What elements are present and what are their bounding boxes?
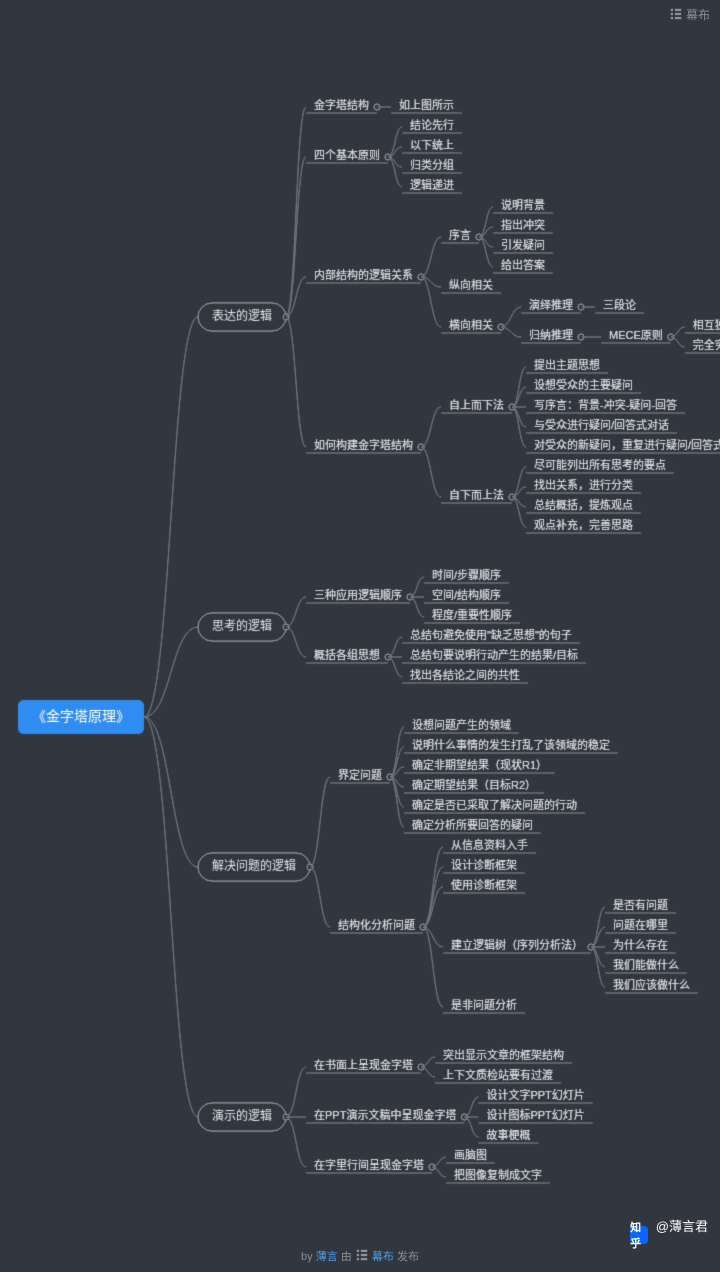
brand-text: 幕布 xyxy=(686,8,710,22)
mindmap-canvas xyxy=(0,0,720,1272)
zhihu-watermark: 知乎 @薄言君 xyxy=(630,1216,708,1244)
mubu-icon-small xyxy=(355,1248,369,1262)
watermark-user: @薄言君 xyxy=(656,1219,708,1234)
service-link[interactable]: 幕布 xyxy=(372,1251,394,1263)
mubu-icon xyxy=(669,7,683,21)
zhihu-icon: 知乎 xyxy=(630,1226,648,1244)
credits-line: by 薄言 由 幕布 发布 xyxy=(0,1248,720,1264)
author-link[interactable]: 薄言 xyxy=(316,1251,338,1263)
brand-label: 幕布 xyxy=(669,6,710,23)
